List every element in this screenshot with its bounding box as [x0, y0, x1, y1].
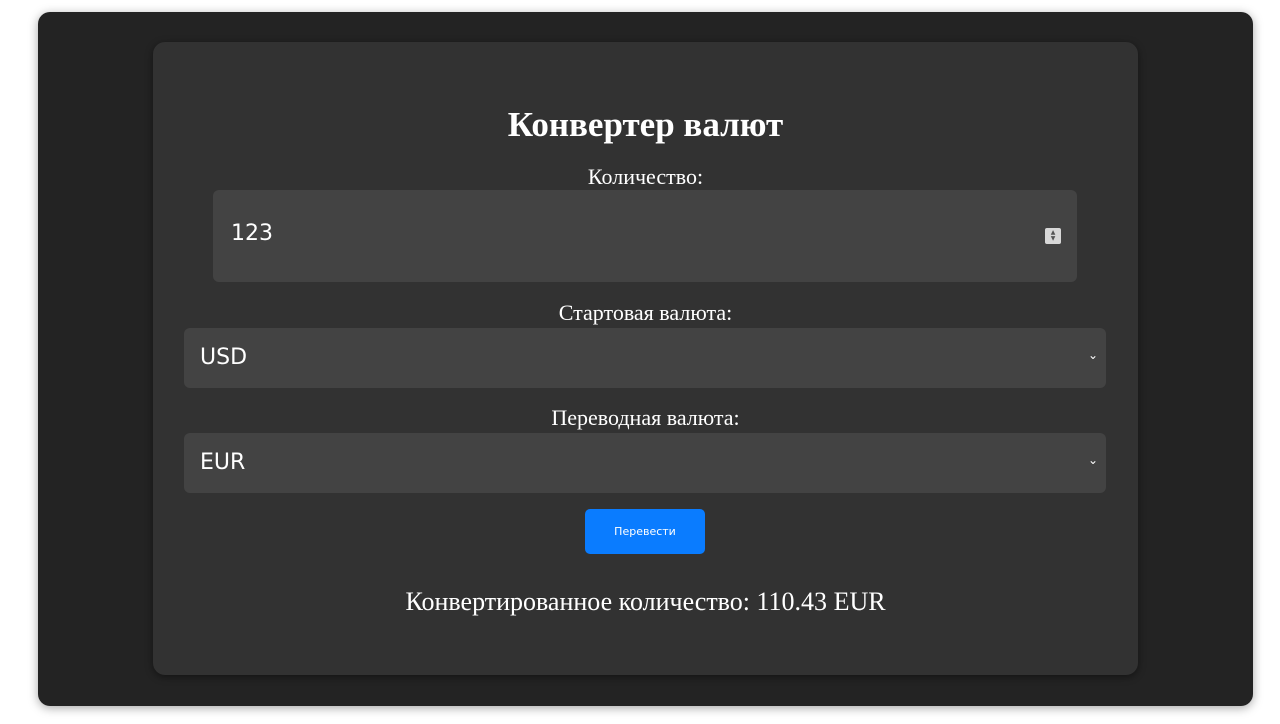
- to-currency-value: EUR: [200, 450, 246, 475]
- result-text: Конвертированное количество: 110.43 EUR: [153, 587, 1138, 617]
- amount-input[interactable]: 123 ▲ ▼: [213, 190, 1077, 282]
- number-spinner-icon[interactable]: ▲ ▼: [1045, 228, 1061, 244]
- to-currency-select[interactable]: EUR ⌄: [184, 433, 1106, 493]
- from-currency-select[interactable]: USD ⌄: [184, 328, 1106, 388]
- convert-button[interactable]: Перевести: [585, 509, 705, 554]
- chevron-down-icon: ⌄: [1087, 348, 1098, 362]
- result-currency: EUR: [833, 587, 886, 616]
- spinner-down-icon[interactable]: ▼: [1051, 236, 1056, 242]
- result-prefix: Конвертированное количество:: [405, 587, 751, 616]
- to-currency-label: Переводная валюта:: [551, 405, 740, 430]
- amount-value: 123: [231, 221, 273, 246]
- amount-label: Количество:: [587, 164, 704, 189]
- from-currency-label: Стартовая валюта:: [558, 300, 733, 325]
- result-value: 110.43: [756, 587, 828, 616]
- page-title: Конвертер валют: [507, 105, 784, 144]
- app-window: Конвертер валют Количество: 123 ▲ ▼ Стар…: [38, 12, 1253, 706]
- from-currency-value: USD: [200, 345, 248, 370]
- converter-card: Конвертер валют Количество: 123 ▲ ▼ Стар…: [153, 42, 1138, 675]
- chevron-down-icon: ⌄: [1087, 453, 1098, 467]
